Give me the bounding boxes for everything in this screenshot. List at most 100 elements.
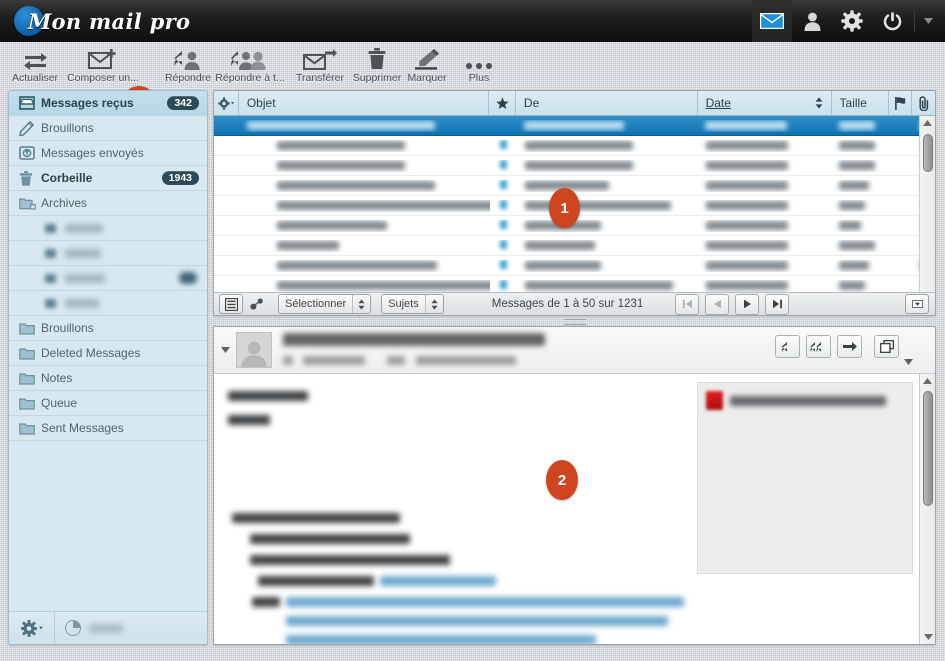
ellipsis-icon <box>464 44 494 70</box>
scroll-up-icon[interactable] <box>920 374 935 388</box>
scroll-up-icon[interactable] <box>920 116 935 130</box>
next-page-icon[interactable] <box>735 293 760 315</box>
toolbar-button-refresh[interactable]: Actualiser <box>6 44 64 88</box>
sidebar-item-archives[interactable]: Archives <box>9 191 207 216</box>
toolbar-button-mark[interactable]: Marquer <box>400 44 454 88</box>
reply-all-button[interactable] <box>806 335 831 358</box>
select-action-dropdown[interactable]: Sélectionner <box>278 294 372 314</box>
scrollbar-thumb[interactable] <box>923 134 933 172</box>
sidebar-item-deleted-messages[interactable]: Deleted Messages <box>9 341 207 366</box>
scope-dropdown[interactable]: Sujets <box>381 294 444 314</box>
sidebar-item-sent-messages[interactable]: Sent Messages <box>9 416 207 441</box>
scroll-down-icon[interactable] <box>920 630 935 644</box>
sidebar-item-label-redacted <box>65 223 103 233</box>
sidebar-item-brouillons-2[interactable]: Brouillons <box>9 316 207 341</box>
sidebar-item-queue[interactable]: Queue <box>9 391 207 416</box>
sidebar-item-sent[interactable]: Messages envoyés <box>9 141 207 166</box>
column-header-size[interactable]: Taille <box>832 91 890 115</box>
marker-pen-icon <box>412 44 442 70</box>
archive-icon <box>19 196 41 210</box>
unread-dot-icon <box>499 259 507 269</box>
table-row[interactable] <box>214 236 935 256</box>
first-page-icon[interactable] <box>675 293 700 315</box>
sidebar-item-label: Archives <box>41 196 88 210</box>
table-row[interactable] <box>214 256 935 276</box>
message-body-scrollbar[interactable] <box>919 374 935 644</box>
settings-gear-icon[interactable] <box>9 612 55 644</box>
collapse-caret-icon[interactable] <box>214 327 236 374</box>
sidebar-item-trash[interactable]: Corbeille 1943 <box>9 166 207 191</box>
table-row[interactable] <box>214 136 935 156</box>
message-body[interactable] <box>214 374 935 644</box>
mail-icon[interactable] <box>752 0 792 42</box>
column-options-gear-icon[interactable] <box>214 91 239 115</box>
toolbar-label: Actualiser <box>11 72 59 84</box>
message-date-redacted <box>705 180 788 190</box>
message-list-scrollbar[interactable] <box>919 116 935 314</box>
toolbar-button-reply-all[interactable]: Répondre à t... <box>214 44 286 88</box>
column-header-star[interactable] <box>489 91 516 115</box>
message-subject-redacted <box>277 220 388 230</box>
options-caret-icon[interactable] <box>905 294 929 314</box>
toolbar-button-more[interactable]: Plus <box>455 44 503 88</box>
gear-icon[interactable] <box>832 0 872 42</box>
scrollbar-thumb[interactable] <box>923 391 933 506</box>
unread-count-badge: 342 <box>167 96 199 110</box>
message-body-text <box>214 374 697 644</box>
toolbar-label: Transférer <box>295 72 345 84</box>
prev-page-icon[interactable] <box>705 293 730 315</box>
sidebar-item-label: Messages envoyés <box>41 146 144 160</box>
column-header-subject[interactable]: Objet <box>239 91 490 115</box>
column-header-attachment[interactable] <box>912 91 935 115</box>
forwarded-to-link-redacted[interactable] <box>380 575 496 586</box>
sidebar-subfolder-redacted[interactable] <box>9 216 207 241</box>
thread-icon[interactable] <box>246 295 268 313</box>
unread-count-badge-redacted <box>179 272 197 284</box>
last-page-icon[interactable] <box>765 293 790 315</box>
sidebar-item-drafts[interactable]: Brouillons <box>9 116 207 141</box>
pane-splitter[interactable] <box>213 318 936 326</box>
sidebar-item-label: Brouillons <box>41 121 94 135</box>
more-caret-icon[interactable] <box>904 359 913 365</box>
message-subject-redacted <box>283 333 545 346</box>
sidebar-item-inbox[interactable]: Messages reçus 342 <box>9 91 207 116</box>
message-size-redacted <box>838 120 875 130</box>
list-view-icon[interactable] <box>219 294 243 314</box>
message-from-label-redacted <box>283 356 293 366</box>
forwarded-from-link-redacted[interactable] <box>286 596 684 607</box>
reply-button[interactable] <box>775 335 800 358</box>
toolbar-button-reply[interactable]: Répondre <box>158 44 218 88</box>
forwarded-recipients-redacted[interactable] <box>286 634 596 644</box>
message-subject-redacted <box>277 140 406 150</box>
forwarded-recipients-redacted[interactable] <box>286 615 668 626</box>
forwarded-subject-redacted <box>250 533 410 544</box>
chevron-down-icon[interactable] <box>917 0 939 42</box>
toolbar-label: Composer un... <box>67 72 139 84</box>
open-in-window-button[interactable] <box>874 335 899 358</box>
folder-icon <box>19 422 41 435</box>
column-header-flag[interactable] <box>889 91 913 115</box>
message-subject-redacted <box>277 260 438 270</box>
message-size-redacted <box>839 160 876 170</box>
column-header-from[interactable]: De <box>516 91 698 115</box>
sidebar-item-notes[interactable]: Notes <box>9 366 207 391</box>
divider <box>914 10 915 32</box>
toolbar-button-compose[interactable]: Composer un... <box>66 44 140 88</box>
attachment-item[interactable] <box>706 391 904 410</box>
toolbar-button-delete[interactable]: Supprimer <box>347 44 407 88</box>
column-label: De <box>523 96 540 110</box>
user-icon[interactable] <box>792 0 832 42</box>
sidebar-subfolder-redacted[interactable] <box>9 291 207 316</box>
toolbar-button-forward[interactable]: Transférer <box>288 44 352 88</box>
forwarded-to-redacted <box>258 575 374 586</box>
sidebar-subfolder-redacted[interactable] <box>9 241 207 266</box>
table-row[interactable] <box>214 116 935 136</box>
forward-button[interactable] <box>837 335 862 358</box>
table-row[interactable] <box>214 156 935 176</box>
column-header-date[interactable]: Date <box>698 91 832 115</box>
folder-icon <box>19 397 41 410</box>
sidebar-subfolder-redacted[interactable] <box>9 266 207 291</box>
folder-icon <box>45 223 56 233</box>
power-icon[interactable] <box>872 0 912 42</box>
toolbar-label: Plus <box>468 72 490 84</box>
